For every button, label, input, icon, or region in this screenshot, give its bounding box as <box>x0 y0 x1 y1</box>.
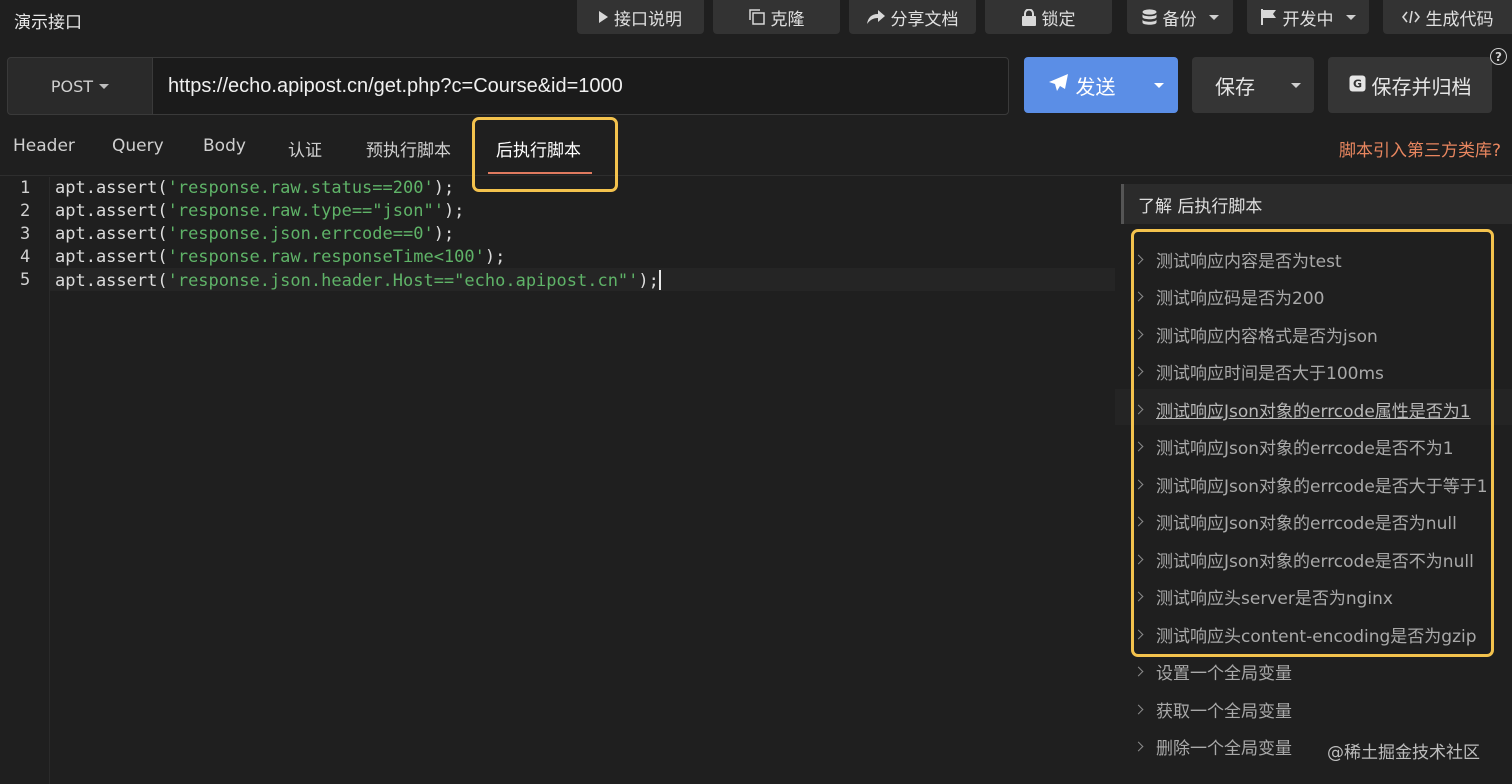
status-dropdown[interactable]: 开发中 <box>1247 0 1369 34</box>
status-label: 开发中 <box>1282 9 1334 30</box>
line-number-gutter: 1 2 3 4 5 <box>0 177 50 784</box>
code-text: ); <box>433 178 455 198</box>
snippet-item[interactable]: 设置一个全局变量 <box>1133 659 1292 684</box>
lock-button[interactable]: 锁定 <box>985 0 1112 34</box>
line-number: 2 <box>20 201 31 221</box>
send-label: 发送 <box>1075 74 1116 99</box>
snippet-label: 删除一个全局变量 <box>1156 739 1292 759</box>
code-icon <box>1401 10 1420 24</box>
lock-label: 锁定 <box>1041 9 1076 30</box>
url-input[interactable]: https://echo.apipost.cn/get.php?c=Course… <box>152 57 1009 115</box>
snippet-highlight-annotation <box>1131 229 1494 657</box>
save-button[interactable]: 保存 <box>1192 71 1278 100</box>
code-text: apt.assert( <box>55 178 168 198</box>
send-dropdown-toggle[interactable] <box>1140 57 1178 113</box>
chevron-down-icon <box>1154 82 1164 88</box>
generate-code-label: 生成代码 <box>1425 9 1494 30</box>
text-cursor <box>658 270 661 290</box>
copy-icon <box>748 9 765 25</box>
code-text: apt.assert( <box>55 201 168 221</box>
method-label: POST <box>50 76 94 96</box>
database-icon <box>1142 8 1157 26</box>
clone-label: 克隆 <box>770 9 805 30</box>
lock-icon <box>1021 8 1036 26</box>
code-text: ); <box>433 224 455 244</box>
api-doc-label: 接口说明 <box>614 9 682 30</box>
line-number: 3 <box>20 224 31 244</box>
snippet-item[interactable]: 获取一个全局变量 <box>1133 697 1292 722</box>
backup-dropdown[interactable]: 备份 <box>1127 0 1233 34</box>
save-and-archive-button[interactable]: G 保存并归档 <box>1328 57 1492 113</box>
code-line: apt.assert('response.json.errcode==0'); <box>55 224 454 244</box>
chevron-down-icon <box>1208 14 1219 20</box>
snippet-label: 设置一个全局变量 <box>1156 664 1292 684</box>
code-text: ); <box>443 201 465 221</box>
chevron-right-icon <box>1133 741 1144 752</box>
tab-header[interactable]: Header <box>13 136 75 156</box>
snippet-item[interactable]: 删除一个全局变量 <box>1133 734 1292 759</box>
code-string: 'response.raw.responseTime<100' <box>167 247 485 267</box>
code-text: apt.assert( <box>55 224 168 244</box>
code-line: apt.assert('response.json.header.Host=="… <box>55 270 661 291</box>
save-label: 保存 <box>1215 74 1255 99</box>
snippet-label: 获取一个全局变量 <box>1156 702 1292 722</box>
method-select[interactable]: POST <box>7 57 153 115</box>
watermark: @稀土掘金技术社区 <box>1327 743 1480 763</box>
line-number: 4 <box>20 247 31 267</box>
code-text: ); <box>638 271 659 291</box>
code-string: 'response.raw.status==200' <box>167 178 434 198</box>
backup-label: 备份 <box>1162 9 1197 30</box>
tab-pre-script[interactable]: 预执行脚本 <box>366 136 451 161</box>
save-dropdown-toggle[interactable] <box>1278 82 1314 88</box>
tab-query[interactable]: Query <box>112 136 164 156</box>
api-doc-button[interactable]: 接口说明 <box>577 0 704 34</box>
code-string: 'response.json.header.Host=="echo.apipos… <box>167 271 639 291</box>
chevron-down-icon <box>99 83 110 89</box>
top-bar: 演示接口 接口说明 克隆 分享文档 锁定 备份 开发中 生成代码 <box>0 0 1512 40</box>
code-string: 'response.raw.type=="json"' <box>167 201 444 221</box>
save-and-archive-label: 保存并归档 <box>1371 74 1472 99</box>
chevron-down-icon <box>1345 14 1356 20</box>
share-doc-label: 分享文档 <box>890 9 959 30</box>
clone-button[interactable]: 克隆 <box>713 0 840 34</box>
flag-icon <box>1260 9 1277 25</box>
share-icon <box>866 9 885 25</box>
tab-body[interactable]: Body <box>203 136 246 156</box>
tab-auth[interactable]: 认证 <box>288 136 322 161</box>
code-line: apt.assert('response.raw.type=="json"'); <box>55 201 464 221</box>
save-button-group: 保存 <box>1192 57 1314 113</box>
help-icon[interactable]: ? <box>1490 48 1507 65</box>
code-text: apt.assert( <box>55 247 168 267</box>
snippet-panel-title: 了解 后执行脚本 <box>1121 184 1512 224</box>
third-party-library-link[interactable]: 脚本引入第三方类库? <box>1339 136 1501 161</box>
tab-highlight-annotation <box>472 117 618 192</box>
send-button[interactable]: 发送 <box>1024 57 1140 113</box>
code-text: ); <box>484 247 506 267</box>
send-button-group: 发送 <box>1024 57 1178 113</box>
code-string: 'response.json.errcode==0' <box>167 224 434 244</box>
code-line: apt.assert('response.raw.status==200'); <box>55 178 454 198</box>
archive-icon: G <box>1349 73 1366 97</box>
play-icon <box>599 11 608 23</box>
request-tabs: Header Query Body 认证 预执行脚本 后执行脚本 <box>0 118 1512 176</box>
api-title: 演示接口 <box>14 13 82 33</box>
share-doc-button[interactable]: 分享文档 <box>849 0 976 34</box>
svg-text:G: G <box>1352 78 1361 91</box>
chevron-down-icon <box>1291 82 1301 88</box>
code-line: apt.assert('response.raw.responseTime<10… <box>55 247 505 267</box>
code-text: apt.assert( <box>55 271 168 291</box>
chevron-right-icon <box>1133 704 1144 715</box>
generate-code-button[interactable]: 生成代码 <box>1383 0 1512 34</box>
line-number: 5 <box>20 270 31 290</box>
line-number: 1 <box>20 178 31 198</box>
chevron-right-icon <box>1133 666 1144 677</box>
paper-plane-icon <box>1048 73 1068 97</box>
